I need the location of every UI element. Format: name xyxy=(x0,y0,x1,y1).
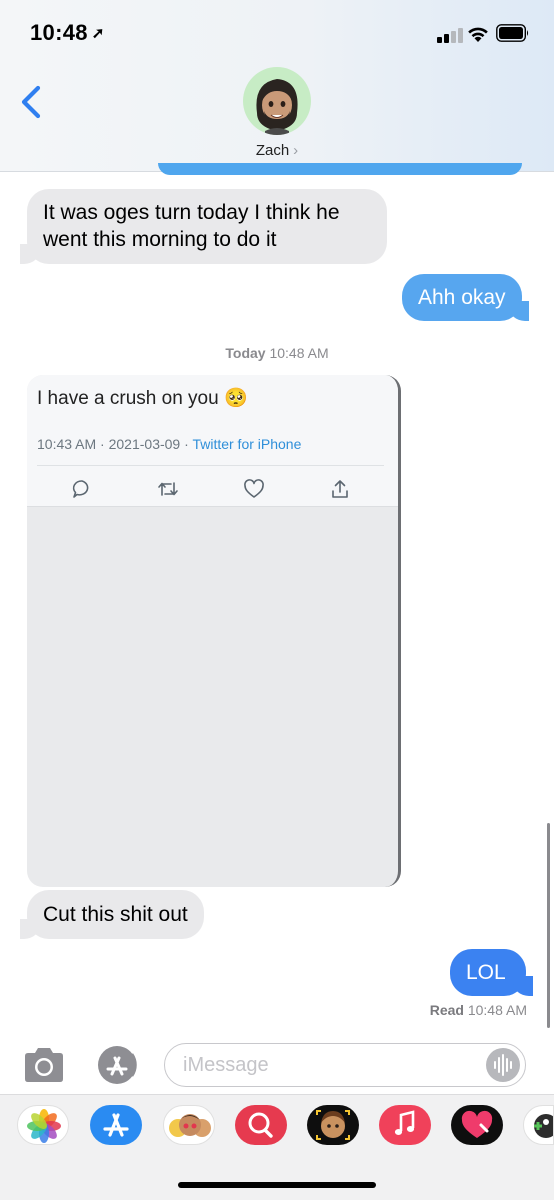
music-app-icon[interactable] xyxy=(379,1105,431,1145)
retweet-icon xyxy=(158,482,178,496)
tweet-screenshot-image[interactable]: I have a crush on you 🥺 10:43 AM · 2021-… xyxy=(27,375,401,887)
wifi-icon xyxy=(468,27,488,42)
game-app-icon[interactable] xyxy=(523,1105,554,1145)
conversation-timestamp: Today 10:48 AM xyxy=(225,345,329,361)
bubble-tail xyxy=(508,301,529,321)
tweet-meta: 10:43 AM · 2021-03-09 · Twitter for iPho… xyxy=(37,436,302,452)
reply-icon xyxy=(72,480,89,498)
share-icon xyxy=(332,480,348,498)
contact-avatar[interactable] xyxy=(243,67,311,135)
memoji-avatar-icon xyxy=(256,79,298,135)
chevron-right-icon: › xyxy=(293,142,299,159)
conversation-header: 10:48 ➚ Zach › xyxy=(0,0,554,172)
app-store-icon[interactable] xyxy=(90,1105,142,1145)
scrollbar[interactable] xyxy=(547,823,550,1028)
read-receipt: Read 10:48 AM xyxy=(429,1002,527,1018)
memoji-stickers-icon[interactable] xyxy=(163,1105,215,1145)
camera-icon[interactable] xyxy=(22,1046,66,1084)
message-input[interactable]: iMessage xyxy=(164,1043,526,1087)
incoming-message-bubble[interactable]: It was oges turn today I think he went t… xyxy=(20,189,387,264)
search-images-icon[interactable] xyxy=(235,1105,287,1145)
animoji-icon[interactable] xyxy=(307,1105,359,1145)
like-heart-icon xyxy=(244,479,264,498)
outgoing-message-bubble[interactable]: Ahh okay xyxy=(402,274,529,321)
audio-message-button[interactable] xyxy=(486,1048,520,1082)
bubble-tail xyxy=(20,919,40,939)
digital-touch-icon[interactable] xyxy=(451,1105,503,1145)
home-indicator[interactable] xyxy=(178,1182,376,1188)
back-chevron-icon[interactable] xyxy=(16,84,46,120)
incoming-message-bubble[interactable]: Cut this shit out xyxy=(20,890,204,939)
bubble-tail xyxy=(20,244,40,264)
photos-app-icon[interactable] xyxy=(17,1105,69,1145)
app-store-button-icon[interactable] xyxy=(94,1045,140,1085)
cellular-signal-icon xyxy=(437,27,463,43)
tweet-text: I have a crush on you 🥺 xyxy=(37,388,248,409)
tweet-content: I have a crush on you 🥺 10:43 AM · 2021-… xyxy=(27,375,398,507)
location-arrow-icon: ➚ xyxy=(91,25,105,42)
bubble-tail xyxy=(512,976,533,996)
input-placeholder: iMessage xyxy=(183,1054,269,1076)
waveform-icon xyxy=(494,1054,512,1076)
contact-name[interactable]: Zach › xyxy=(0,142,554,159)
battery-icon xyxy=(496,24,529,42)
outgoing-message-bubble[interactable]: LOL xyxy=(450,949,533,996)
previous-outgoing-bubble xyxy=(158,163,522,175)
status-time: 10:48 ➚ xyxy=(30,20,105,45)
divider xyxy=(37,465,384,466)
